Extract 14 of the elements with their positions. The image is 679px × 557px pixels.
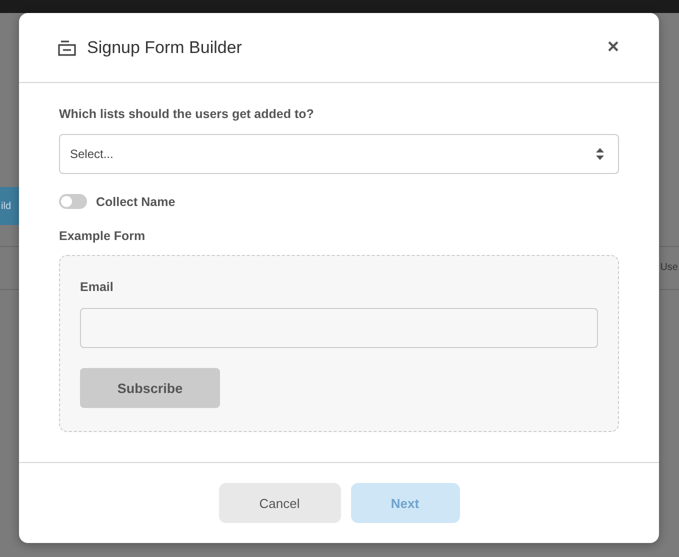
cancel-button[interactable]: Cancel	[218, 483, 340, 523]
field-label: Which lists should the users get added to?	[59, 107, 315, 121]
close-button[interactable]: ×	[607, 36, 619, 59]
toggle-label: Collect Name	[96, 194, 176, 208]
column-header: Use	[660, 262, 678, 273]
select-field[interactable]: Select...	[59, 134, 619, 174]
input-field[interactable]	[80, 308, 598, 348]
field-label: Email	[80, 280, 114, 294]
toggle-switch[interactable]	[59, 194, 87, 209]
subscribe-button[interactable]: Subscribe	[80, 368, 220, 408]
dialog-title: Signup Form Builder	[86, 38, 243, 58]
sort-caret-icon	[596, 148, 604, 160]
section-label: Example Form	[59, 229, 146, 243]
form-icon	[58, 40, 76, 56]
